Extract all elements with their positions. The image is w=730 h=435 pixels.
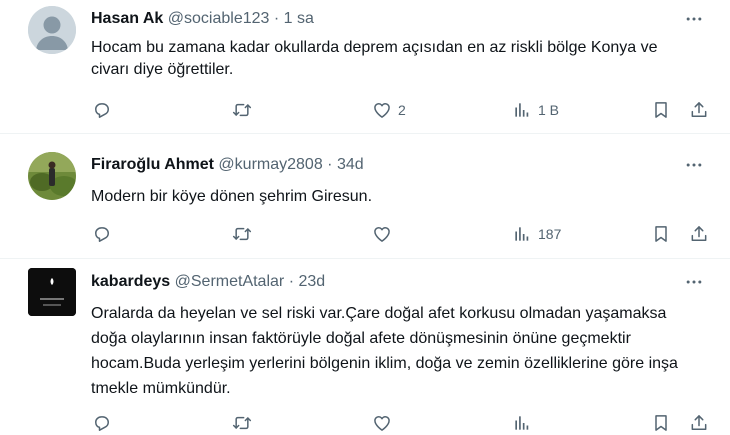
display-name[interactable]: kabardeys: [91, 273, 170, 290]
separator-dot: ·: [288, 273, 295, 290]
reply-icon: [92, 224, 112, 244]
views-icon: [512, 100, 532, 120]
separator-dot: ·: [327, 156, 333, 173]
action-bar: 187: [0, 222, 730, 246]
retweet-button[interactable]: [232, 411, 252, 435]
avatar[interactable]: [28, 152, 76, 200]
tweet-header: Hasan Ak @sociable123 · 1 sa: [91, 9, 314, 29]
tweet-header: Firaroğlu Ahmet @kurmay2808 · 34d: [91, 155, 364, 175]
tweet-header: kabardeys @SermetAtalar · 23d: [91, 272, 325, 292]
tweet-text: Modern bir köye dönen şehrim Giresun.: [91, 188, 373, 205]
more-icon: [684, 155, 704, 175]
like-icon: [372, 224, 392, 244]
retweet-icon: [232, 413, 252, 433]
like-button[interactable]: [372, 411, 398, 435]
views-button[interactable]: [512, 411, 538, 435]
display-name[interactable]: Firaroğlu Ahmet: [91, 156, 214, 173]
tweet[interactable]: Firaroğlu Ahmet @kurmay2808 · 34d Modern…: [0, 134, 730, 259]
action-bar: [0, 411, 730, 435]
views-icon: [512, 224, 532, 244]
reply-button[interactable]: [92, 98, 112, 122]
like-button[interactable]: 2: [372, 98, 406, 122]
like-button[interactable]: [372, 222, 398, 246]
like-icon: [372, 100, 392, 120]
share-icon: [689, 224, 709, 244]
reply-button[interactable]: [92, 222, 112, 246]
more-icon: [684, 272, 704, 292]
share-button[interactable]: [689, 411, 709, 435]
tweet[interactable]: kabardeys @SermetAtalar · 23d Oralarda d…: [0, 259, 730, 420]
more-icon: [684, 9, 704, 29]
like-count: 2: [398, 102, 406, 118]
views-icon: [512, 413, 532, 433]
tweet[interactable]: Hasan Ak @sociable123 · 1 sa Hocam bu za…: [0, 0, 730, 134]
bookmark-button[interactable]: [651, 222, 671, 246]
more-options-button[interactable]: [684, 272, 704, 292]
avatar[interactable]: [28, 268, 76, 316]
retweet-icon: [232, 100, 252, 120]
bookmark-icon: [651, 100, 671, 120]
separator-dot: ·: [273, 10, 280, 27]
timestamp[interactable]: 34d: [337, 156, 364, 173]
reply-icon: [92, 100, 112, 120]
tweet-text: Oralarda da heyelan ve sel riski var.Çar…: [91, 305, 678, 397]
profile-photo: [28, 152, 76, 200]
share-button[interactable]: [689, 98, 709, 122]
tweet-text: Hocam bu zamana kadar okullarda deprem a…: [91, 39, 658, 78]
more-options-button[interactable]: [684, 9, 704, 29]
display-name[interactable]: Hasan Ak: [91, 10, 163, 27]
profile-logo: [28, 268, 76, 316]
retweet-button[interactable]: [232, 222, 252, 246]
view-count: 187: [538, 226, 562, 242]
user-handle[interactable]: @kurmay2808: [218, 156, 322, 173]
reply-button[interactable]: [92, 411, 112, 435]
retweet-button[interactable]: [232, 98, 252, 122]
user-handle[interactable]: @SermetAtalar: [175, 273, 285, 290]
bookmark-icon: [651, 224, 671, 244]
views-button[interactable]: 187: [512, 222, 561, 246]
bookmark-button[interactable]: [651, 98, 671, 122]
share-icon: [689, 413, 709, 433]
share-button[interactable]: [689, 222, 709, 246]
bookmark-button[interactable]: [651, 411, 671, 435]
timestamp[interactable]: 1 sa: [284, 10, 314, 27]
views-button[interactable]: 1 B: [512, 98, 559, 122]
more-options-button[interactable]: [684, 155, 704, 175]
avatar[interactable]: [28, 6, 76, 54]
view-count: 1 B: [538, 102, 560, 118]
timestamp[interactable]: 23d: [298, 273, 325, 290]
user-handle[interactable]: @sociable123: [168, 10, 270, 27]
share-icon: [689, 100, 709, 120]
retweet-icon: [232, 224, 252, 244]
default-avatar-icon: [28, 6, 76, 54]
bookmark-icon: [651, 413, 671, 433]
like-icon: [372, 413, 392, 433]
action-bar: 2 1 B: [0, 98, 730, 122]
reply-icon: [92, 413, 112, 433]
